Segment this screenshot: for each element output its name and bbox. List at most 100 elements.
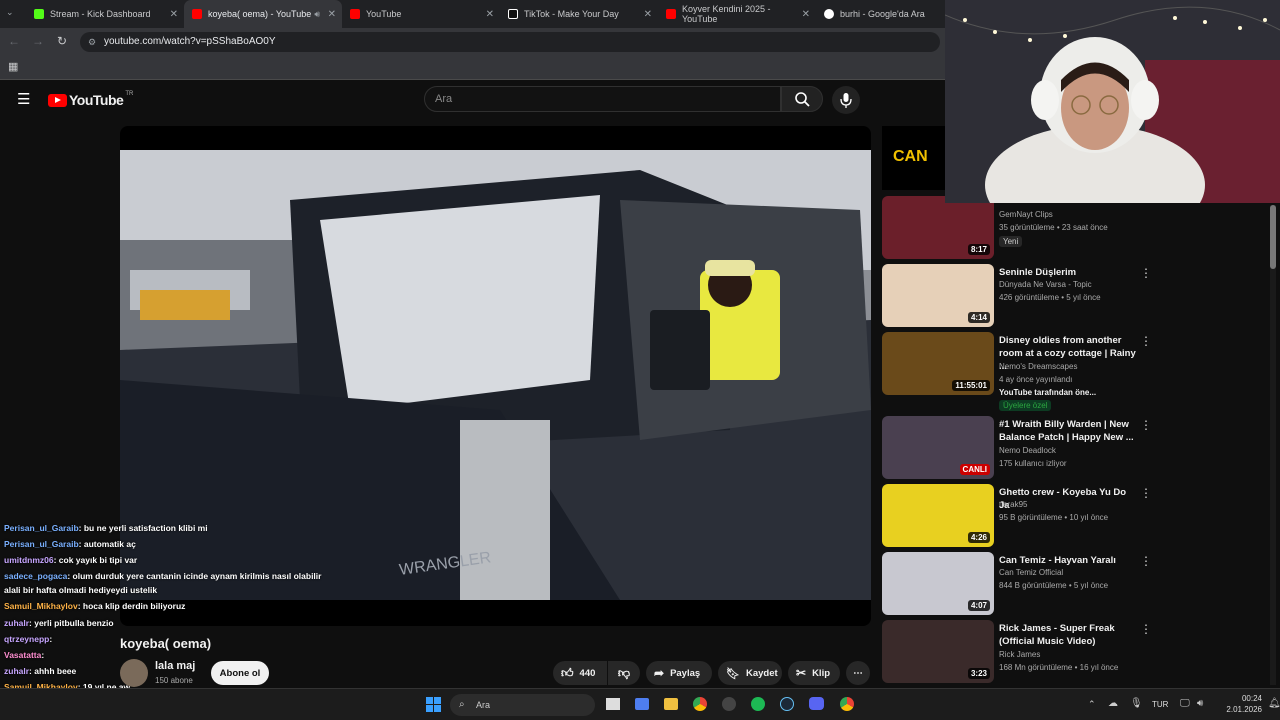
store-icon[interactable]: [635, 698, 649, 710]
search-input[interactable]: Ara: [424, 86, 781, 112]
close-icon[interactable]: ✕: [328, 9, 336, 20]
video-title[interactable]: #1 Wraith Billy Warden | New Balance Pat…: [999, 418, 1139, 444]
language-indicator[interactable]: TUR: [1152, 700, 1168, 709]
tab-koyver-kendini[interactable]: Koyver Kendini 2025 - YouTube ✕: [658, 0, 816, 28]
recommended-video[interactable]: 11:55:01 Disney oldies from another room …: [882, 332, 1182, 411]
chat-username[interactable]: umitdnmz06: [4, 555, 54, 565]
video-thumbnail[interactable]: 8:17: [882, 196, 994, 259]
spotify-icon[interactable]: [751, 697, 765, 711]
more-vertical-icon[interactable]: ⋮: [1140, 486, 1152, 500]
address-bar[interactable]: ⚙ youtube.com/watch?v=pSShaBoAO0Y: [80, 32, 940, 52]
more-actions-button[interactable]: ⋯: [846, 661, 870, 685]
more-vertical-icon[interactable]: ⋮: [1140, 334, 1152, 348]
scrollbar-thumb[interactable]: [1270, 205, 1276, 269]
reload-icon[interactable]: ↻: [57, 34, 67, 48]
menu-icon[interactable]: ☰: [17, 90, 30, 108]
video-thumbnail[interactable]: 4:14: [882, 264, 994, 327]
chat-username[interactable]: qtrzeynepp: [4, 634, 49, 644]
video-title[interactable]: Can Temiz - Hayvan Yaralı: [999, 554, 1139, 567]
taskbar-search[interactable]: ⌕ Ara: [450, 694, 595, 716]
channel-name[interactable]: Nemo Deadlock: [999, 446, 1056, 455]
chat-username[interactable]: Perisan_ul_Garaib: [4, 539, 79, 549]
more-vertical-icon[interactable]: ⋮: [1140, 266, 1152, 280]
recommended-video[interactable]: 8:17 GemNayt Clips 35 görüntüleme • 23 saa…: [882, 196, 1182, 262]
forward-icon[interactable]: →: [32, 34, 44, 48]
tab-google-search[interactable]: burhi - Google'da Ara: [816, 0, 945, 28]
chrome-icon[interactable]: [693, 697, 707, 711]
notification-icon[interactable]: 🔔︎: [1268, 698, 1280, 709]
recommended-video[interactable]: 4:26 Ghetto crew - Koyeba Yu Do Ja tierak9…: [882, 484, 1182, 550]
chat-username[interactable]: Samuil_Mikhaylov: [4, 601, 78, 611]
channel-name[interactable]: Can Temiz Official: [999, 568, 1063, 577]
chat-username[interactable]: Vasatatta: [4, 650, 41, 660]
channel-avatar[interactable]: [120, 659, 148, 687]
youtube-header: ☰ YouTube TR Ara: [0, 80, 945, 120]
search-button[interactable]: [781, 86, 823, 112]
tab-kick-dashboard[interactable]: Stream - Kick Dashboard ✕: [26, 0, 184, 28]
tab-tiktok[interactable]: TikTok - Make Your Day ✕: [500, 0, 658, 28]
like-button[interactable]: 👍︎ 440: [553, 661, 607, 685]
channel-name[interactable]: Rick James: [999, 650, 1040, 659]
windows-start-icon[interactable]: [426, 697, 441, 712]
more-vertical-icon[interactable]: ⋮: [1140, 418, 1152, 432]
tab-koyeba-youtube[interactable]: koyeba( oema) - YouTube 🔊︎ ✕: [184, 0, 342, 28]
back-icon[interactable]: ←: [8, 34, 20, 48]
duration-badge: 11:55:01: [952, 380, 990, 391]
chat-username[interactable]: zuhalr: [4, 618, 29, 628]
tray-chevron-icon[interactable]: ⌃: [1088, 699, 1096, 710]
volume-tray-icon[interactable]: 🔊︎: [1197, 698, 1203, 709]
chat-message: zuhalr: yerli pitbulla benzio: [4, 618, 114, 628]
mic-tray-icon[interactable]: 🎙︎: [1130, 698, 1143, 709]
display-tray-icon[interactable]: 🖵︎: [1180, 698, 1190, 709]
video-player[interactable]: WRANGLER: [120, 126, 871, 626]
chat-username[interactable]: sadece_pogaca: [4, 571, 67, 581]
app-icon[interactable]: [722, 697, 736, 711]
close-icon[interactable]: ✕: [170, 9, 178, 20]
more-vertical-icon[interactable]: ⋮: [1140, 554, 1152, 568]
chat-username[interactable]: Perisan_ul_Garaib: [4, 523, 79, 533]
scrollbar-track[interactable]: [1270, 205, 1276, 685]
tab-search-icon[interactable]: ⌄: [6, 7, 14, 18]
task-view-icon[interactable]: [606, 698, 620, 710]
channel-name[interactable]: GemNayt Clips: [999, 210, 1053, 219]
network-tray-icon[interactable]: ☁: [1108, 698, 1118, 709]
video-thumbnail[interactable]: 4:07: [882, 552, 994, 615]
channel-name[interactable]: Nemo's Dreamscapes: [999, 362, 1077, 371]
recommended-video[interactable]: CANLI #1 Wraith Billy Warden | New Balanc…: [882, 416, 1182, 482]
video-title[interactable]: Seninle Düşlerim: [999, 266, 1139, 279]
apps-grid-icon[interactable]: ▦: [8, 60, 18, 73]
youtube-logo[interactable]: YouTube TR: [48, 91, 133, 108]
close-icon[interactable]: ✕: [802, 9, 810, 20]
video-thumbnail[interactable]: CANLI: [882, 416, 994, 479]
chat-username[interactable]: zuhalr: [4, 666, 29, 676]
recommended-video[interactable]: 3:23 Rick James - Super Freak (Official M…: [882, 620, 1182, 686]
clip-button[interactable]: ✂ Klip: [788, 661, 840, 685]
recommended-video[interactable]: 4:14 Seninle Düşlerim Dünyada Ne Varsa - T…: [882, 264, 1182, 330]
more-vertical-icon[interactable]: ⋮: [1140, 622, 1152, 636]
chrome-icon-2[interactable]: [840, 697, 854, 711]
share-button[interactable]: ➦ Paylaş: [646, 661, 712, 685]
discord-icon[interactable]: [809, 697, 824, 710]
file-explorer-icon[interactable]: [664, 698, 678, 710]
video-title[interactable]: Rick James - Super Freak (Official Music…: [999, 622, 1139, 648]
subscribe-button[interactable]: Abone ol: [211, 661, 269, 685]
speaker-icon[interactable]: 🔊︎: [314, 9, 320, 20]
site-info-icon[interactable]: ⚙: [88, 32, 96, 52]
subscribe-label: Abone ol: [219, 667, 261, 679]
channel-name[interactable]: Dünyada Ne Varsa - Topic: [999, 280, 1092, 289]
recommended-video[interactable]: 4:07 Can Temiz - Hayvan Yaralı Can Temiz O…: [882, 552, 1182, 618]
save-button[interactable]: 🔖︎ Kaydet: [718, 661, 782, 685]
tab-youtube[interactable]: YouTube ✕: [342, 0, 500, 28]
close-icon[interactable]: ✕: [486, 9, 494, 20]
clock[interactable]: 00:24 2.01.2026: [1222, 693, 1262, 715]
video-thumbnail[interactable]: 4:26: [882, 484, 994, 547]
voice-search-button[interactable]: [832, 86, 860, 114]
video-thumbnail[interactable]: 11:55:01: [882, 332, 994, 395]
webcam-overlay: [945, 0, 1280, 203]
dislike-button[interactable]: 👎︎: [608, 661, 640, 685]
close-icon[interactable]: ✕: [644, 9, 652, 20]
channel-name[interactable]: lala maj: [155, 660, 195, 672]
steam-icon[interactable]: [780, 697, 794, 711]
video-thumbnail[interactable]: 3:23: [882, 620, 994, 683]
channel-name[interactable]: tierak95: [999, 500, 1027, 509]
